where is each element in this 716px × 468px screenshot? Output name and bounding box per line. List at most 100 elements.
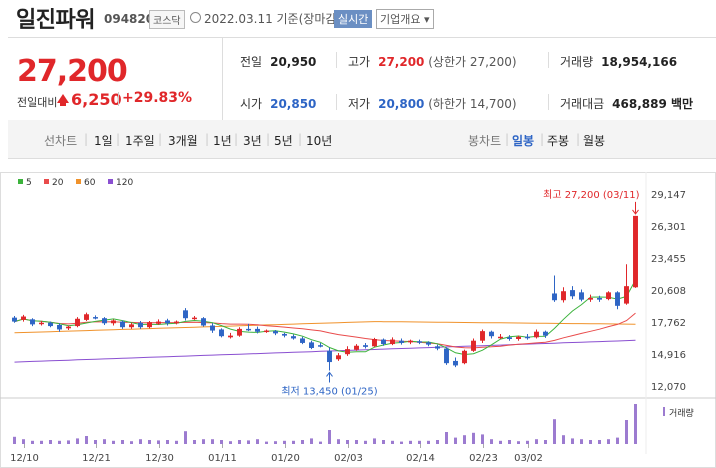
volume-bar bbox=[382, 440, 385, 444]
tab-3years[interactable]: 3년 bbox=[243, 132, 262, 149]
volume-bar bbox=[472, 432, 475, 444]
candle-body bbox=[327, 350, 332, 363]
open-value: 20,850 bbox=[270, 97, 317, 111]
tab-1week[interactable]: 1주일 bbox=[125, 132, 155, 149]
candle-body bbox=[309, 342, 314, 348]
volume-bar bbox=[193, 440, 196, 444]
volume-label: 거래량 bbox=[669, 407, 694, 419]
volume-legend-swatch bbox=[663, 407, 665, 416]
volume-bar bbox=[130, 441, 133, 444]
quote-panel: 27,200 전일대비 6,250 +29.83% 전일 20,950 고가 27,… bbox=[8, 37, 716, 121]
volume-bar bbox=[337, 439, 340, 444]
tab-1day[interactable]: 1일 bbox=[94, 132, 113, 149]
candle-body bbox=[624, 286, 629, 304]
candle-body bbox=[111, 320, 116, 324]
volume-bar bbox=[598, 440, 601, 444]
volume-bar bbox=[355, 440, 358, 444]
candle-body bbox=[39, 322, 44, 325]
candle-body bbox=[210, 325, 215, 331]
prev-close: 전일 20,950 bbox=[240, 53, 316, 70]
candle-body bbox=[543, 331, 548, 336]
tab-monthly[interactable]: 월봉 bbox=[583, 132, 605, 149]
x-tick-label: 12/10 bbox=[10, 453, 39, 464]
candle-body bbox=[201, 318, 206, 326]
volume-bar bbox=[508, 440, 511, 444]
volume-bar bbox=[490, 439, 493, 444]
volume-bar bbox=[283, 440, 286, 444]
volume-bar bbox=[454, 437, 457, 444]
candle-body bbox=[120, 321, 125, 328]
up-arrow-icon bbox=[57, 94, 69, 106]
volume-bar bbox=[607, 439, 610, 444]
change-percent: +29.83% bbox=[122, 90, 193, 106]
volume-bar bbox=[49, 440, 52, 444]
y-tick-label: 29,147 bbox=[651, 190, 686, 201]
volume-bar bbox=[139, 439, 142, 444]
volume: 거래량 18,954,166 bbox=[560, 53, 677, 70]
volume-bar bbox=[175, 440, 178, 444]
volume-bar bbox=[409, 440, 412, 444]
volume-bar bbox=[481, 434, 484, 444]
x-tick-label: 12/21 bbox=[82, 453, 111, 464]
candle-body bbox=[318, 345, 323, 347]
tab-3months[interactable]: 3개월 bbox=[168, 132, 198, 149]
volume-label: 거래량 bbox=[560, 55, 594, 69]
low-value: 20,800 bbox=[378, 97, 425, 111]
low-annotation: 최저 13,450 (01/25) bbox=[281, 385, 377, 397]
x-tick-label: 03/02 bbox=[514, 453, 543, 464]
candle-body bbox=[417, 341, 422, 343]
candle-body bbox=[21, 316, 26, 320]
tab-10years[interactable]: 10년 bbox=[306, 132, 332, 149]
tab-daily[interactable]: 일봉 bbox=[512, 132, 534, 149]
candle-body bbox=[471, 340, 476, 351]
candle-body bbox=[93, 317, 98, 319]
y-tick-label: 26,301 bbox=[651, 222, 686, 233]
x-tick-label: 12/30 bbox=[145, 453, 174, 464]
x-tick-label: 01/11 bbox=[208, 453, 237, 464]
candle-body bbox=[102, 318, 107, 324]
candle-body bbox=[147, 322, 152, 328]
volume-bar bbox=[40, 440, 43, 444]
divider bbox=[336, 52, 337, 68]
candle-body bbox=[66, 326, 71, 329]
period-tabs: 선차트 | 1일 | 1주일 | 3개월 | 1년 | 3년 | 5년 | 10… bbox=[8, 120, 716, 159]
candle-body bbox=[462, 350, 467, 364]
x-tick-label: 02/23 bbox=[469, 453, 498, 464]
volume-bar bbox=[229, 441, 232, 444]
tab-5years[interactable]: 5년 bbox=[274, 132, 293, 149]
candle-body bbox=[453, 360, 458, 366]
candle-body bbox=[57, 324, 62, 330]
divider bbox=[548, 52, 549, 68]
tab-weekly[interactable]: 주봉 bbox=[547, 132, 569, 149]
low-label: 저가 bbox=[348, 97, 371, 111]
high-label: 고가 bbox=[348, 55, 371, 69]
legend-swatch-20 bbox=[44, 179, 49, 184]
realtime-button[interactable]: 실시간 bbox=[334, 10, 373, 28]
tab-1year[interactable]: 1년 bbox=[213, 132, 232, 149]
candle-body bbox=[12, 317, 17, 322]
candle-body bbox=[174, 321, 179, 324]
clock-icon bbox=[190, 12, 201, 23]
volume-bar bbox=[76, 438, 79, 444]
volume-bar bbox=[445, 432, 448, 444]
candle-body bbox=[489, 331, 494, 337]
volume-bar bbox=[31, 440, 34, 444]
volume-bar bbox=[58, 440, 61, 444]
candle-body bbox=[183, 310, 188, 319]
volume-bar bbox=[499, 440, 502, 444]
volume-bar bbox=[265, 441, 268, 444]
y-tick-label: 17,762 bbox=[651, 318, 686, 329]
candle-body bbox=[552, 293, 557, 301]
open-price: 시가 20,850 bbox=[240, 95, 316, 112]
candle-body bbox=[588, 297, 593, 300]
x-tick-label: 01/20 bbox=[271, 453, 300, 464]
candle-body bbox=[435, 346, 440, 349]
company-info-dropdown[interactable]: 기업개요 ▾ bbox=[376, 9, 434, 29]
line-chart-label: 선차트 bbox=[44, 134, 78, 148]
candlestick-chart: 5 20 60 120 29,147 26,301 23,455 20,608 17,762 14… bbox=[0, 172, 716, 468]
y-tick-label: 12,070 bbox=[651, 382, 686, 393]
candle-body bbox=[192, 317, 197, 320]
volume-bar bbox=[184, 431, 187, 444]
candle-body bbox=[399, 340, 404, 343]
volume-bar bbox=[346, 440, 349, 444]
